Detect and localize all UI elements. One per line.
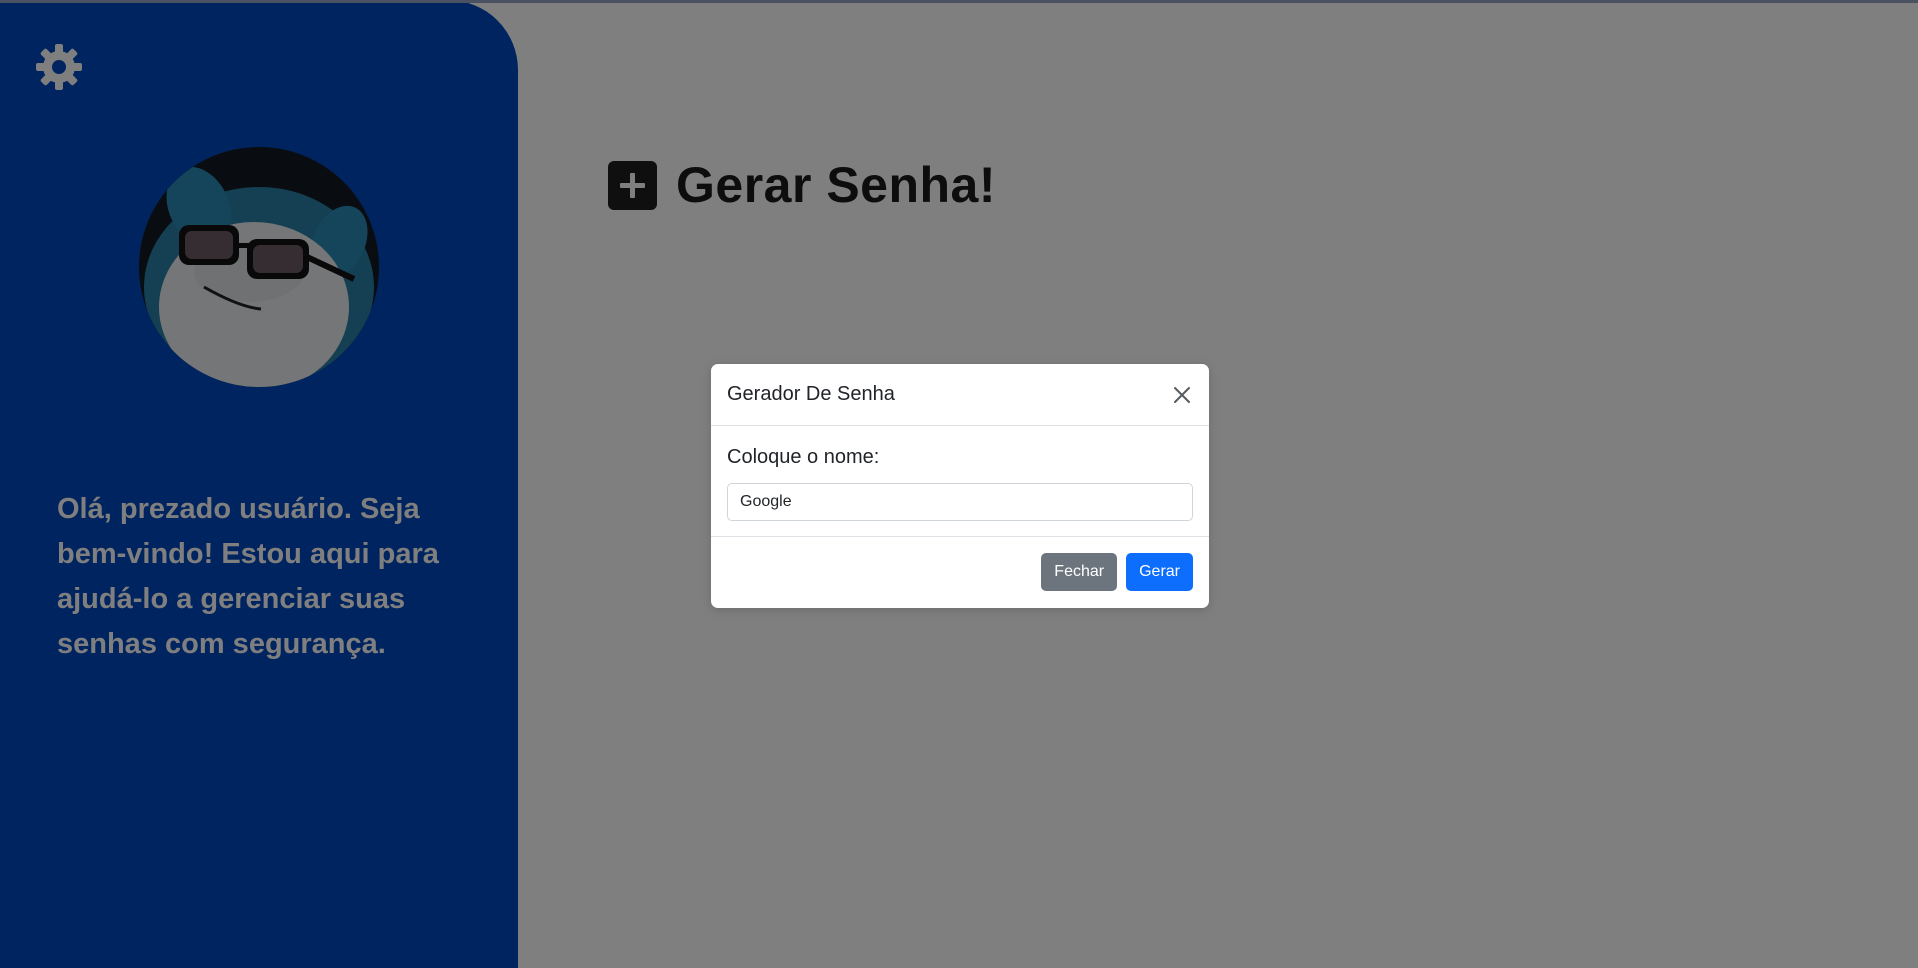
top-border: [0, 0, 1918, 3]
modal-title: Gerador De Senha: [727, 383, 895, 405]
generate-button[interactable]: Gerar: [1126, 553, 1193, 591]
modal-header: Gerador De Senha: [711, 364, 1209, 426]
name-field-label: Coloque o nome:: [727, 446, 880, 468]
password-generator-modal: Gerador De Senha Coloque o nome: Fechar …: [711, 364, 1209, 608]
modal-footer: Fechar Gerar: [711, 537, 1209, 607]
modal-body: Coloque o nome:: [711, 426, 1209, 537]
name-input[interactable]: [727, 483, 1193, 521]
close-button[interactable]: Fechar: [1041, 553, 1118, 591]
close-icon[interactable]: [1171, 384, 1193, 406]
app-page: Olá, prezado usuário. Seja bem-vindo! Es…: [0, 0, 1918, 968]
